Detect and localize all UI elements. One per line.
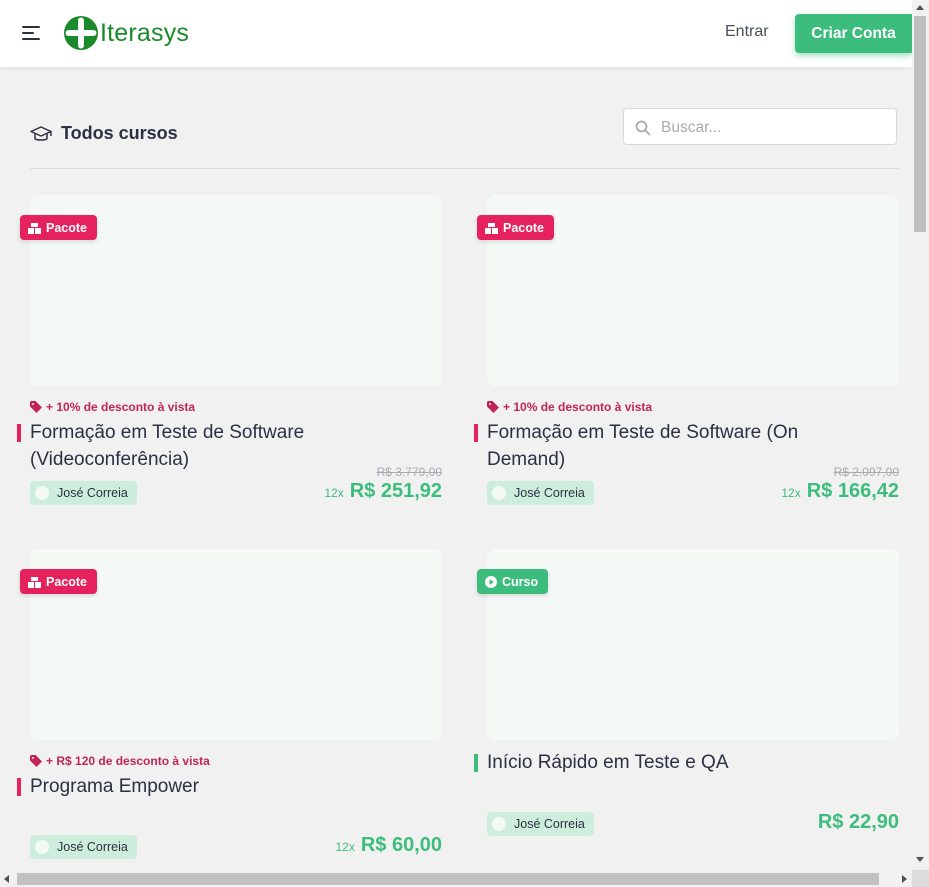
search-input[interactable]: [659, 115, 888, 141]
course-card[interactable]: Pacote + 10% de desconto à vista Formaçã…: [17, 195, 442, 525]
installments: 12x: [781, 486, 801, 500]
author-name: José Correia: [57, 840, 128, 854]
old-price: R$ 3.779,00: [376, 465, 442, 479]
scrollbar-thumb[interactable]: [914, 16, 926, 232]
play-icon: [485, 575, 497, 588]
author-name: José Correia: [57, 486, 128, 500]
scroll-right-icon[interactable]: [902, 875, 907, 883]
installments: 12x: [324, 486, 344, 500]
login-link[interactable]: Entrar: [725, 23, 769, 41]
avatar: [35, 486, 49, 500]
top-header: Iterasys Entrar Criar Conta: [0, 0, 912, 67]
course-title[interactable]: Início Rápido em Teste e QA: [487, 749, 817, 776]
graduation-cap-icon: [30, 125, 52, 141]
price-value: R$ 166,42: [806, 480, 899, 502]
price-value: R$ 22,90: [817, 811, 899, 833]
badge-label: Pacote: [46, 574, 87, 589]
scrollbar-thumb[interactable]: [17, 873, 879, 885]
logo-mark-icon: [64, 16, 98, 50]
type-badge: Pacote: [477, 215, 554, 240]
scroll-up-icon[interactable]: [916, 5, 924, 10]
horizontal-scrollbar[interactable]: [0, 870, 912, 887]
discount-note: + 10% de desconto à vista: [30, 400, 195, 414]
price: R$ 22,90: [818, 811, 899, 834]
course-card[interactable]: Pacote + 10% de desconto à vista Formaçã…: [474, 195, 899, 525]
vertical-scrollbar[interactable]: [912, 0, 929, 870]
author-name: José Correia: [514, 817, 585, 831]
discount-text: + 10% de desconto à vista: [503, 400, 653, 414]
course-title[interactable]: Programa Empower: [30, 773, 360, 800]
scroll-down-icon[interactable]: [916, 857, 924, 862]
discount-text: + 10% de desconto à vista: [46, 400, 196, 414]
tag-icon: [30, 401, 42, 413]
menu-icon[interactable]: [22, 24, 40, 42]
course-thumbnail[interactable]: [487, 549, 899, 740]
logo[interactable]: Iterasys: [63, 15, 189, 51]
badge-label: Curso: [502, 574, 539, 589]
signup-button[interactable]: Criar Conta: [795, 14, 912, 53]
title-accent: [17, 424, 21, 442]
tag-icon: [30, 755, 42, 767]
installments: 12x: [335, 840, 355, 854]
discount-text: + R$ 120 de desconto à vista: [46, 754, 210, 768]
price-value: R$ 251,92: [349, 480, 442, 502]
avatar: [492, 817, 506, 831]
logo-text: Iterasys: [100, 18, 190, 47]
course-card[interactable]: Pacote + R$ 120 de desconto à vista Prog…: [17, 549, 442, 879]
author-chip: José Correia: [30, 481, 137, 505]
author-chip: José Correia: [487, 812, 594, 836]
tag-icon: [487, 401, 499, 413]
course-title[interactable]: Formação em Teste de Software (On Demand…: [487, 419, 817, 473]
discount-note: + 10% de desconto à vista: [487, 400, 652, 414]
author-chip: José Correia: [30, 835, 137, 859]
author-chip: José Correia: [487, 481, 594, 505]
type-badge: Curso: [477, 569, 549, 594]
course-title[interactable]: Formação em Teste de Software (Videoconf…: [30, 419, 360, 473]
avatar: [35, 840, 49, 854]
search-icon: [635, 120, 651, 136]
course-card[interactable]: Curso Início Rápido em Teste e QA José C…: [474, 549, 899, 879]
price: 12x R$ 60,00: [335, 834, 442, 857]
section-heading: Todos cursos: [30, 123, 178, 144]
badge-label: Pacote: [503, 220, 544, 235]
page-title: Todos cursos: [61, 123, 178, 143]
price: 12x R$ 166,42: [781, 480, 899, 503]
scrollbar-corner: [912, 870, 929, 887]
badge-label: Pacote: [46, 220, 87, 235]
type-badge: Pacote: [20, 215, 97, 240]
price-value: R$ 60,00: [360, 834, 442, 856]
scroll-left-icon[interactable]: [4, 875, 9, 883]
title-accent: [474, 424, 478, 442]
discount-note: + R$ 120 de desconto à vista: [30, 754, 210, 768]
package-icon: [485, 222, 498, 234]
package-icon: [28, 222, 41, 234]
type-badge: Pacote: [20, 569, 97, 594]
avatar: [492, 486, 506, 500]
author-name: José Correia: [514, 486, 585, 500]
search-field[interactable]: [623, 108, 897, 145]
title-accent: [474, 754, 478, 772]
old-price: R$ 2.097,00: [833, 465, 899, 479]
price: 12x R$ 251,92: [324, 480, 442, 503]
divider: [30, 168, 899, 169]
package-icon: [28, 576, 41, 588]
title-accent: [17, 778, 21, 796]
